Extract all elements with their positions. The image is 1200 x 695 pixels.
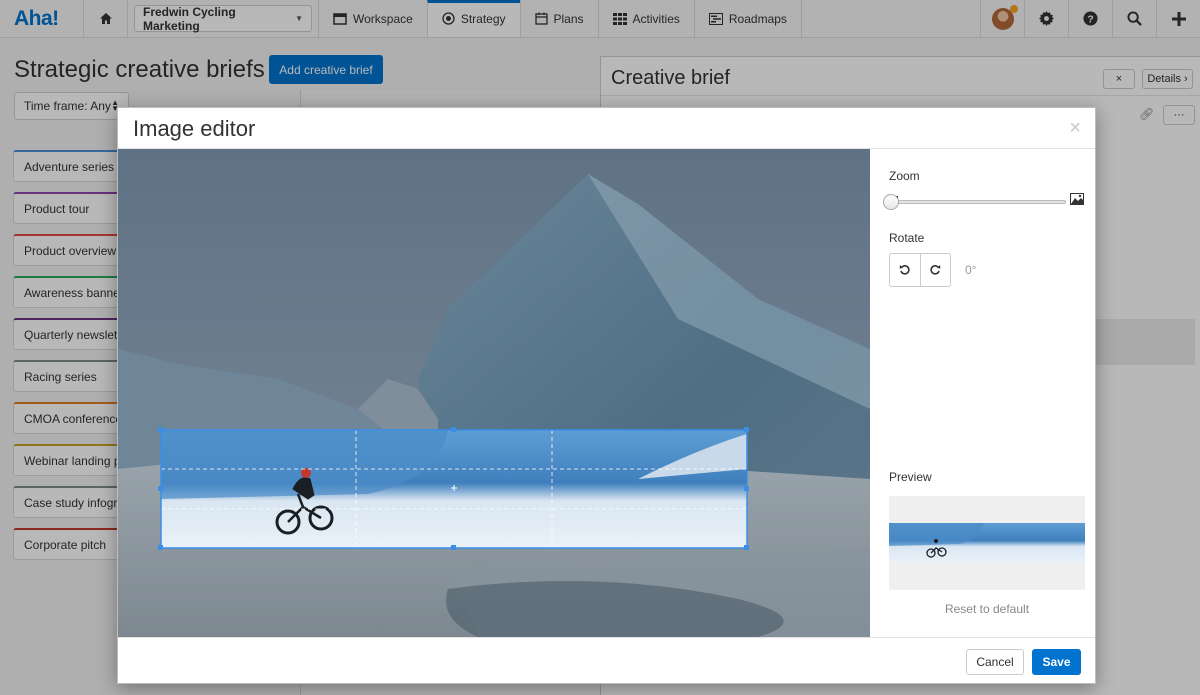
cancel-button[interactable]: Cancel [966,649,1024,675]
zoom-slider-handle[interactable] [883,194,899,210]
crop-region[interactable] [158,427,749,550]
rotation-value: 0° [965,263,977,277]
preview-label: Preview [889,470,932,484]
modal-header: Image editor × [118,108,1095,149]
editor-sidebar: Zoom Rotate 0° Preview Reset to default [870,149,1095,637]
rotate-right-button[interactable] [919,254,951,286]
save-button[interactable]: Save [1032,649,1081,675]
rotate-button-group [889,253,951,287]
rotate-label: Rotate [889,231,925,245]
image-editor-modal: Image editor × Zoom Rotate 0° Preview Re… [117,107,1096,684]
image-large-icon [1070,193,1084,205]
rotate-cw-icon [930,265,941,275]
image-canvas[interactable] [118,149,870,637]
rotate-ccw-icon [899,265,910,275]
photo [118,149,870,637]
modal-title: Image editor [133,116,256,141]
rotate-left-button[interactable] [890,254,920,286]
modal-close-button[interactable]: × [1069,117,1081,140]
zoom-slider-track[interactable] [890,200,1066,204]
preview-image [889,496,1085,590]
zoom-label: Zoom [889,169,920,183]
reset-to-default-link[interactable]: Reset to default [870,602,1104,616]
modal-footer: Cancel Save [118,637,1095,683]
